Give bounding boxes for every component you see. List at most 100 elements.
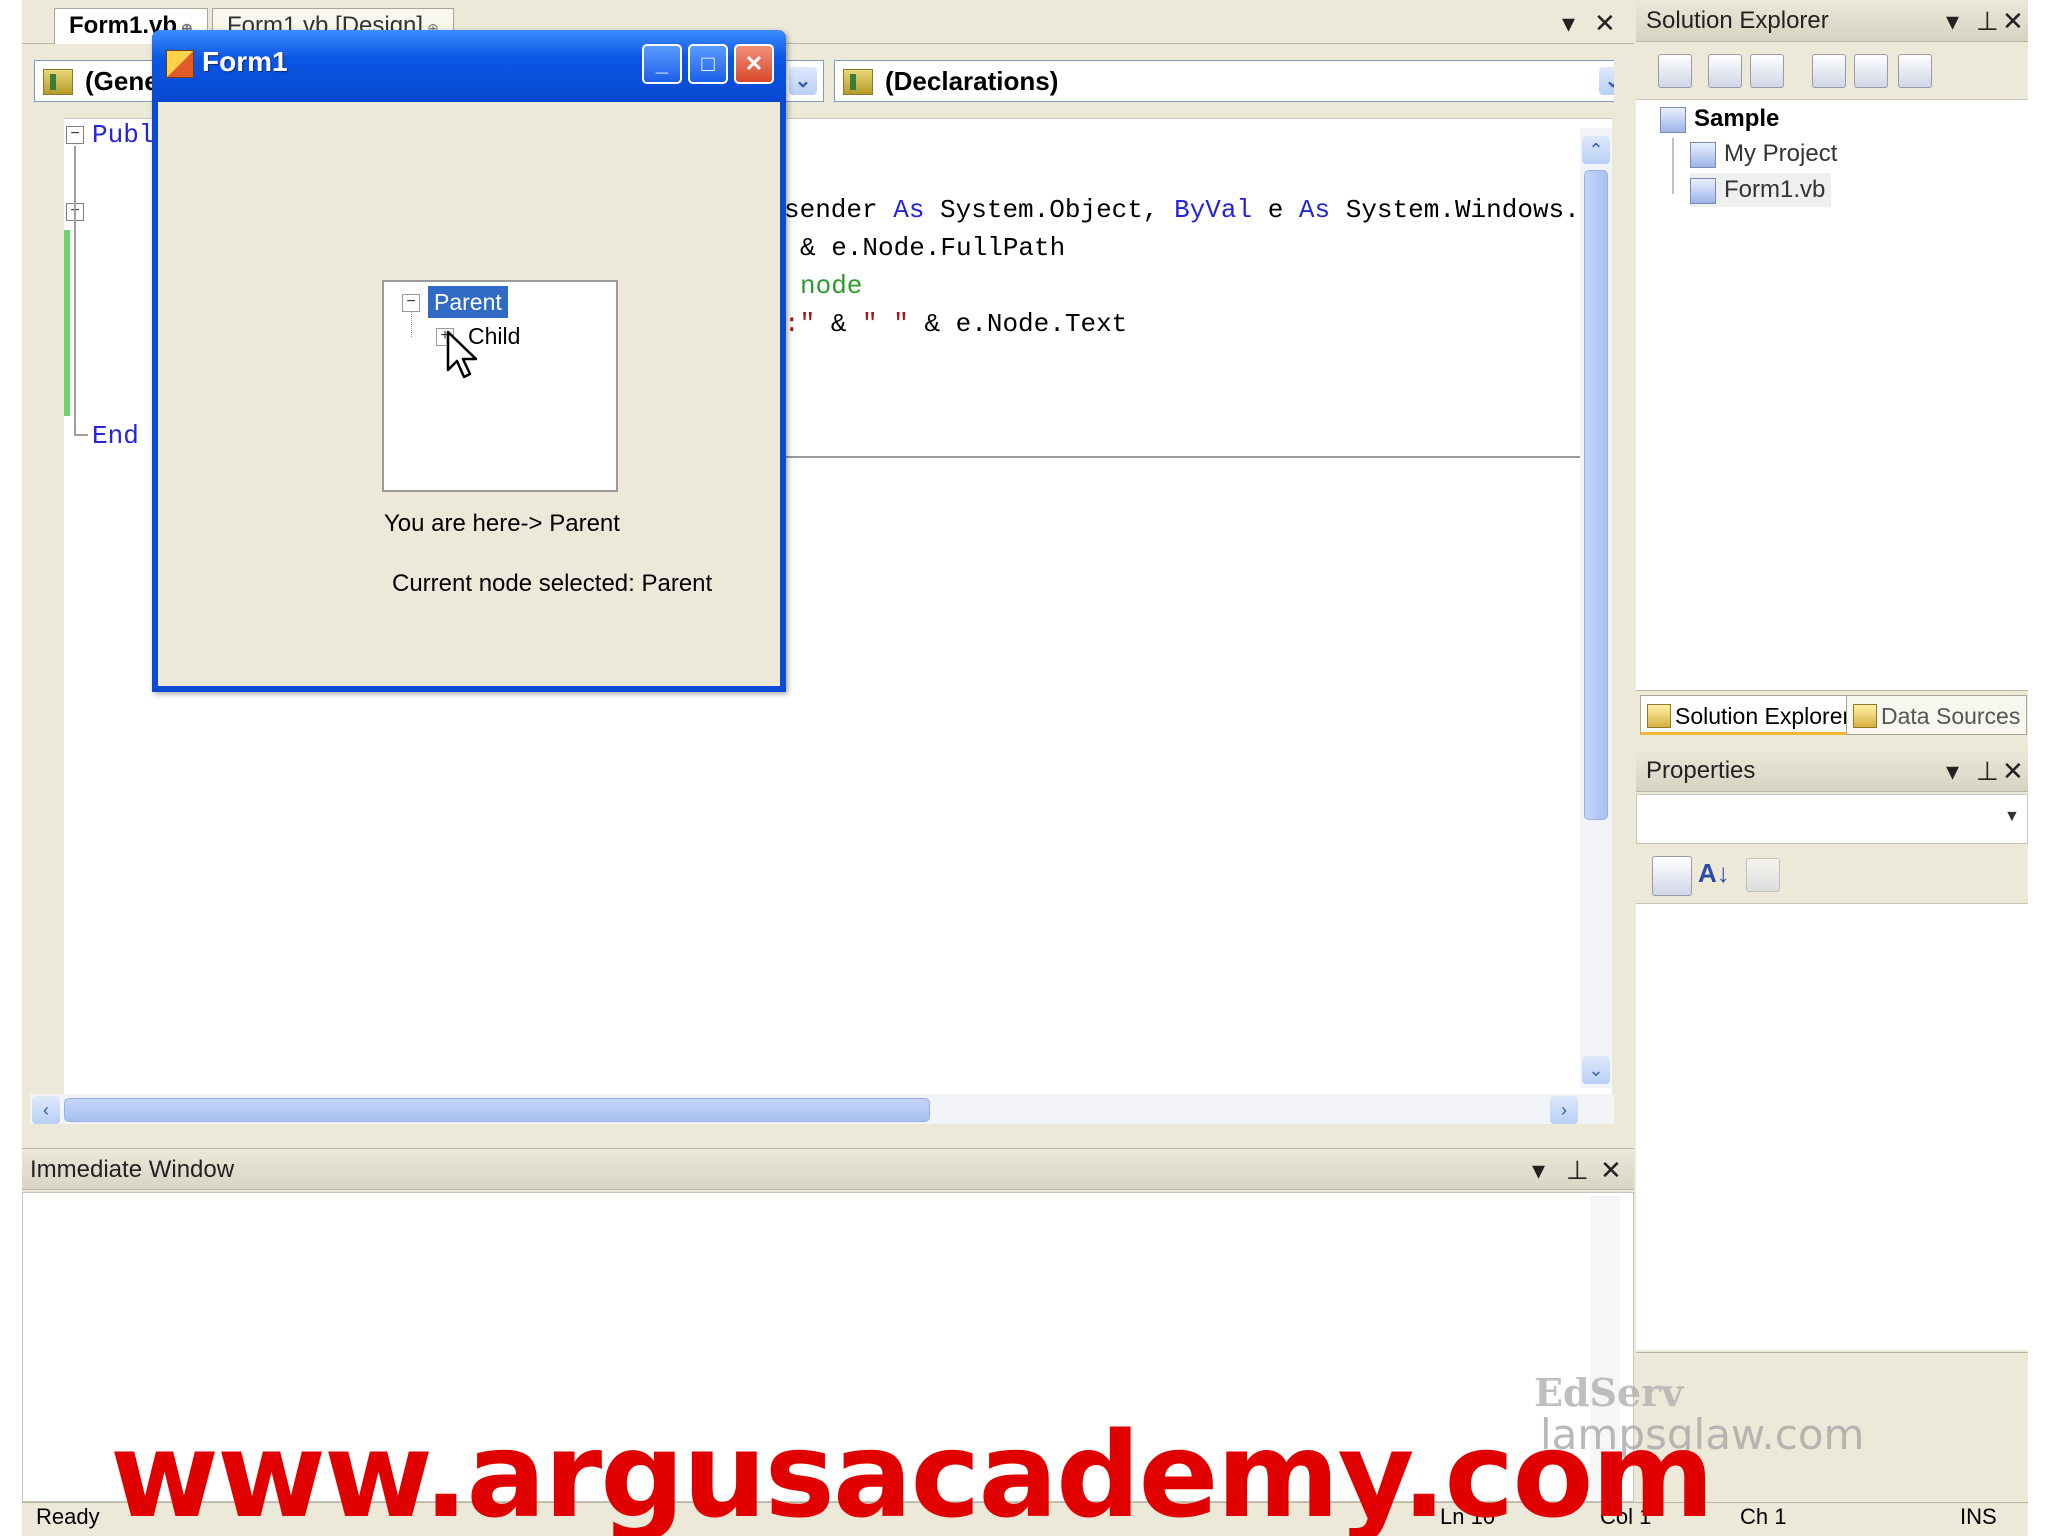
code-line-fullpath: & e.Node.FullPath — [800, 233, 1066, 263]
code-token: sender — [784, 195, 894, 225]
scroll-up-icon[interactable]: ⌃ — [1582, 136, 1610, 164]
refresh-icon[interactable] — [1750, 54, 1784, 88]
window-position-dropdown-icon[interactable]: ▾ — [1946, 6, 1959, 36]
editor-margin — [22, 118, 64, 1098]
class-diagram-icon[interactable] — [1898, 54, 1932, 88]
code-class-declaration: Publ — [92, 120, 155, 150]
tree-item-label: My Project — [1724, 140, 1838, 167]
screen-right-edge — [2028, 0, 2048, 1536]
window-position-dropdown-icon[interactable]: ▾ — [1946, 756, 1959, 786]
pin-icon[interactable]: ⊥ — [1976, 6, 1999, 36]
code-end-class: End — [92, 421, 139, 451]
method-name-combo[interactable]: (Declarations) ⌄ — [834, 60, 1634, 102]
property-pages-icon[interactable] — [1746, 858, 1780, 892]
code-string: :" — [784, 309, 816, 339]
code-line-handler-signature: sender As System.Object, ByVal e As Syst… — [784, 195, 1580, 225]
change-tracking-bar — [64, 230, 70, 416]
tree-guide-line — [1672, 138, 1674, 194]
close-icon[interactable]: ✕ — [1600, 1155, 1622, 1185]
minimize-button[interactable]: _ — [642, 44, 682, 84]
code-line-comment: node — [800, 271, 863, 301]
editor-frame — [1614, 44, 1634, 1134]
solution-explorer-icon — [1647, 704, 1671, 728]
tab-label: Solution Explorer — [1675, 703, 1851, 729]
scroll-right-icon[interactable]: › — [1550, 1096, 1578, 1124]
scroll-left-icon[interactable]: ‹ — [32, 1096, 60, 1124]
class-icon — [43, 69, 73, 95]
solution-explorer-toolbar — [1636, 44, 2028, 100]
code-string: " " — [862, 309, 909, 339]
close-icon[interactable]: ✕ — [2002, 6, 2024, 36]
properties-header: Properties ▾ ⊥ ✕ — [1636, 750, 2028, 792]
form-file-icon — [1690, 177, 1716, 204]
procedure-separator-line — [784, 456, 1580, 458]
close-button[interactable]: ✕ — [734, 44, 774, 84]
code-keyword: As — [1298, 195, 1331, 225]
solution-explorer-title: Solution Explorer — [1646, 7, 1829, 34]
code-token: System.Windows. — [1330, 195, 1580, 225]
window-position-dropdown-icon[interactable]: ▾ — [1562, 8, 1575, 38]
tree-item-label: Form1.vb — [1724, 176, 1826, 203]
status-insert-mode: INS — [1960, 1504, 1997, 1529]
code-line-node-text: :" & " " & e.Node.Text — [784, 309, 1127, 339]
maximize-button[interactable]: □ — [688, 44, 728, 84]
horizontal-scroll-thumb[interactable] — [64, 1098, 930, 1122]
status-ready: Ready — [36, 1504, 100, 1529]
project-icon — [1660, 106, 1686, 133]
code-keyword: ByVal — [1174, 195, 1253, 225]
data-sources-icon — [1853, 704, 1877, 728]
code-token: & e.Node.Text — [908, 309, 1128, 339]
pin-icon[interactable]: ⊥ — [1976, 756, 1999, 786]
code-token: System.Object, — [924, 195, 1175, 225]
properties-icon[interactable] — [1658, 54, 1692, 88]
window-position-dropdown-icon[interactable]: ▾ — [1532, 1155, 1545, 1185]
properties-grid[interactable] — [1636, 904, 2028, 1350]
close-document-icon[interactable]: ✕ — [1594, 8, 1616, 38]
solution-explorer-header: Solution Explorer ▾ ⊥ ✕ — [1636, 0, 2028, 42]
method-combo-value: (Declarations) — [885, 66, 1059, 96]
status-character: Ch 1 — [1740, 1504, 1787, 1529]
tree-node-parent[interactable]: Parent — [428, 286, 508, 318]
pin-icon[interactable]: ⊥ — [1566, 1155, 1589, 1185]
collapse-toggle-icon[interactable]: − — [66, 126, 84, 144]
properties-toolbar: A↓ — [1636, 848, 2028, 904]
immediate-window-header: Immediate Window ▾ ⊥ ✕ — [22, 1148, 1634, 1190]
path-label: You are here-> Parent — [384, 510, 620, 537]
tree-guide-line — [411, 312, 412, 337]
tool-window-tabs: Solution Explorer Data Sources — [1636, 690, 2028, 740]
categorized-icon[interactable] — [1652, 856, 1692, 896]
scroll-down-icon[interactable]: ⌄ — [1582, 1056, 1610, 1084]
show-all-files-icon[interactable] — [1708, 54, 1742, 88]
current-node-label: Current node selected: Parent — [392, 570, 713, 597]
close-icon[interactable]: ✕ — [2002, 756, 2024, 786]
properties-object-selector[interactable] — [1636, 794, 2028, 844]
form-app-icon — [166, 50, 194, 78]
view-code-icon[interactable] — [1812, 54, 1846, 88]
mouse-pointer-icon — [446, 330, 478, 379]
view-designer-icon[interactable] — [1854, 54, 1888, 88]
code-token: e — [1252, 195, 1299, 225]
academy-url-watermark: www.argusacademy.com — [110, 1406, 1714, 1536]
code-token: & — [815, 309, 863, 339]
tab-label: Data Sources — [1881, 703, 2021, 729]
tree-item-sample-project[interactable]: Sample — [1660, 102, 1779, 136]
alphabetical-icon[interactable]: A↓ — [1698, 858, 1730, 889]
code-keyword: As — [893, 195, 925, 225]
immediate-window-title: Immediate Window — [30, 1156, 235, 1183]
tree-item-form1-vb[interactable]: Form1.vb — [1690, 173, 1832, 207]
outline-line — [74, 146, 76, 436]
my-project-icon — [1690, 141, 1716, 168]
tab-solution-explorer[interactable]: Solution Explorer — [1640, 695, 1858, 735]
outline-line-end — [76, 434, 88, 436]
properties-title: Properties — [1646, 757, 1756, 784]
chevron-down-icon[interactable]: ⌄ — [789, 67, 817, 95]
screen-left-edge — [0, 0, 22, 1536]
tab-data-sources[interactable]: Data Sources — [1846, 695, 2028, 735]
chevron-down-icon[interactable]: ▼ — [2004, 808, 2020, 826]
tree-item-label: Sample — [1694, 105, 1780, 132]
vertical-scroll-thumb[interactable] — [1584, 170, 1608, 820]
collapse-toggle-icon[interactable]: − — [402, 294, 420, 312]
tree-item-my-project[interactable]: My Project — [1690, 137, 1837, 171]
method-icon — [843, 69, 873, 95]
form1-title: Form1 — [202, 46, 288, 77]
